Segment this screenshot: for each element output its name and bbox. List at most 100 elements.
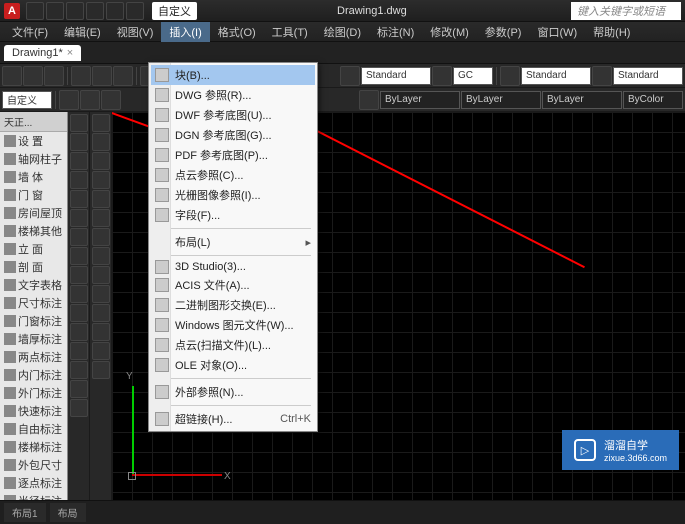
tb-cut-icon[interactable]: [71, 66, 91, 86]
palette-item[interactable]: 墙厚标注: [0, 330, 67, 348]
qat-save-icon[interactable]: [66, 2, 84, 20]
copy2-icon[interactable]: [92, 133, 110, 151]
polygon-icon[interactable]: [70, 209, 88, 227]
menu-item[interactable]: DGN 参考底图(G)...: [151, 125, 315, 145]
palette-item[interactable]: 剖 面: [0, 258, 67, 276]
menu-item[interactable]: ACIS 文件(A)...: [151, 275, 315, 295]
menu-tools[interactable]: 工具(T): [264, 22, 316, 42]
palette-item[interactable]: 立 面: [0, 240, 67, 258]
palette-item[interactable]: 文字表格: [0, 276, 67, 294]
palette-item[interactable]: 墙 体: [0, 168, 67, 186]
tb-new-icon[interactable]: [2, 66, 22, 86]
dim-dropdown[interactable]: GC: [453, 67, 493, 85]
palette-item[interactable]: 逐点标注: [0, 474, 67, 492]
palette-item[interactable]: 内门标注: [0, 366, 67, 384]
menu-item[interactable]: 字段(F)...: [151, 205, 315, 225]
menu-modify[interactable]: 修改(M): [422, 22, 477, 42]
menu-item[interactable]: Windows 图元文件(W)...: [151, 315, 315, 335]
color-dropdown[interactable]: ByLayer: [461, 91, 541, 109]
palette-item[interactable]: 门 窗: [0, 186, 67, 204]
qat-undo-icon[interactable]: [86, 2, 104, 20]
xline-icon[interactable]: [70, 380, 88, 398]
arc-icon[interactable]: [70, 171, 88, 189]
workspace-label[interactable]: 自定义: [152, 2, 197, 20]
trim-icon[interactable]: [92, 228, 110, 246]
tab-close-icon[interactable]: ×: [67, 47, 73, 59]
rect-icon[interactable]: [70, 190, 88, 208]
tb-open-icon[interactable]: [23, 66, 43, 86]
textstyle-dropdown[interactable]: Standard: [361, 67, 431, 85]
palette-item[interactable]: 尺寸标注: [0, 294, 67, 312]
offset-icon[interactable]: [92, 209, 110, 227]
menu-draw[interactable]: 绘图(D): [316, 22, 369, 42]
circle-icon[interactable]: [70, 152, 88, 170]
point-icon[interactable]: [70, 285, 88, 303]
palette-item[interactable]: 轴网柱子: [0, 150, 67, 168]
qat-redo-icon[interactable]: [106, 2, 124, 20]
ellipse-icon[interactable]: [70, 228, 88, 246]
plotstyle-dropdown[interactable]: ByColor: [623, 91, 683, 109]
palette-item[interactable]: 楼梯其他: [0, 222, 67, 240]
menu-item[interactable]: DWF 参考底图(U)...: [151, 105, 315, 125]
palette-item[interactable]: 楼梯标注: [0, 438, 67, 456]
palette-item[interactable]: 快速标注: [0, 402, 67, 420]
layout-tab-1[interactable]: 布局1: [4, 503, 46, 522]
extend-icon[interactable]: [92, 247, 110, 265]
app-logo[interactable]: A: [4, 3, 20, 19]
menu-view[interactable]: 视图(V): [109, 22, 162, 42]
table-icon[interactable]: [70, 323, 88, 341]
tb-c-icon[interactable]: [101, 90, 121, 110]
tb-b-icon[interactable]: [80, 90, 100, 110]
menu-item[interactable]: 光栅图像参照(I)...: [151, 185, 315, 205]
menu-insert[interactable]: 插入(I): [161, 22, 209, 42]
menu-item[interactable]: 外部参照(N)...: [151, 382, 315, 402]
palette-item[interactable]: 外门标注: [0, 384, 67, 402]
palette-item[interactable]: 外包尺寸: [0, 456, 67, 474]
menu-item[interactable]: 超链接(H)...Ctrl+K: [151, 409, 315, 429]
ray-icon[interactable]: [70, 399, 88, 417]
tb-dim-icon[interactable]: [340, 66, 360, 86]
tb-a-icon[interactable]: [59, 90, 79, 110]
qat-new-icon[interactable]: [26, 2, 44, 20]
tb-layer-icon[interactable]: [359, 90, 379, 110]
tab-drawing1[interactable]: Drawing1* ×: [4, 45, 81, 61]
palette-item[interactable]: 房间屋顶: [0, 204, 67, 222]
move-icon[interactable]: [92, 114, 110, 132]
menu-item[interactable]: 点云(扫描文件)(L)...: [151, 335, 315, 355]
palette-item[interactable]: 门窗标注: [0, 312, 67, 330]
menu-item[interactable]: 布局(L)▸: [151, 232, 315, 252]
linetype-dropdown[interactable]: ByLayer: [542, 91, 622, 109]
spline-icon[interactable]: [70, 361, 88, 379]
region-icon[interactable]: [70, 342, 88, 360]
menu-item[interactable]: OLE 对象(O)...: [151, 355, 315, 375]
menu-item[interactable]: 点云参照(C)...: [151, 165, 315, 185]
menu-parametric[interactable]: 参数(P): [477, 22, 530, 42]
palette-item[interactable]: 设 置: [0, 132, 67, 150]
hatch-icon[interactable]: [70, 247, 88, 265]
palette-item[interactable]: 自由标注: [0, 420, 67, 438]
menu-dimension[interactable]: 标注(N): [369, 22, 422, 42]
explode-icon[interactable]: [92, 342, 110, 360]
tb-mleader-icon[interactable]: [592, 66, 612, 86]
chamfer-icon[interactable]: [92, 285, 110, 303]
fillet-icon[interactable]: [92, 266, 110, 284]
layout-tab-2[interactable]: 布局: [50, 503, 86, 522]
qat-plot-icon[interactable]: [126, 2, 144, 20]
text-icon[interactable]: [70, 266, 88, 284]
menu-edit[interactable]: 编辑(E): [56, 22, 109, 42]
menu-item[interactable]: 二进制图形交换(E)...: [151, 295, 315, 315]
tb-paste-icon[interactable]: [113, 66, 133, 86]
search-input[interactable]: 键入关键字或短语: [571, 2, 681, 20]
menu-file[interactable]: 文件(F): [4, 22, 56, 42]
menu-help[interactable]: 帮助(H): [585, 22, 638, 42]
line-icon[interactable]: [70, 114, 88, 132]
tablestyle-dropdown[interactable]: Standard: [521, 67, 591, 85]
palette-item[interactable]: 半径标注: [0, 492, 67, 500]
menu-item[interactable]: 3D Studio(3)...: [151, 259, 315, 275]
tb-table-icon[interactable]: [500, 66, 520, 86]
erase-icon[interactable]: [92, 323, 110, 341]
tb-copy-icon[interactable]: [92, 66, 112, 86]
rotate-icon[interactable]: [92, 152, 110, 170]
workspace-dd[interactable]: 自定义: [2, 91, 52, 109]
menu-item[interactable]: 块(B)...: [151, 65, 315, 85]
